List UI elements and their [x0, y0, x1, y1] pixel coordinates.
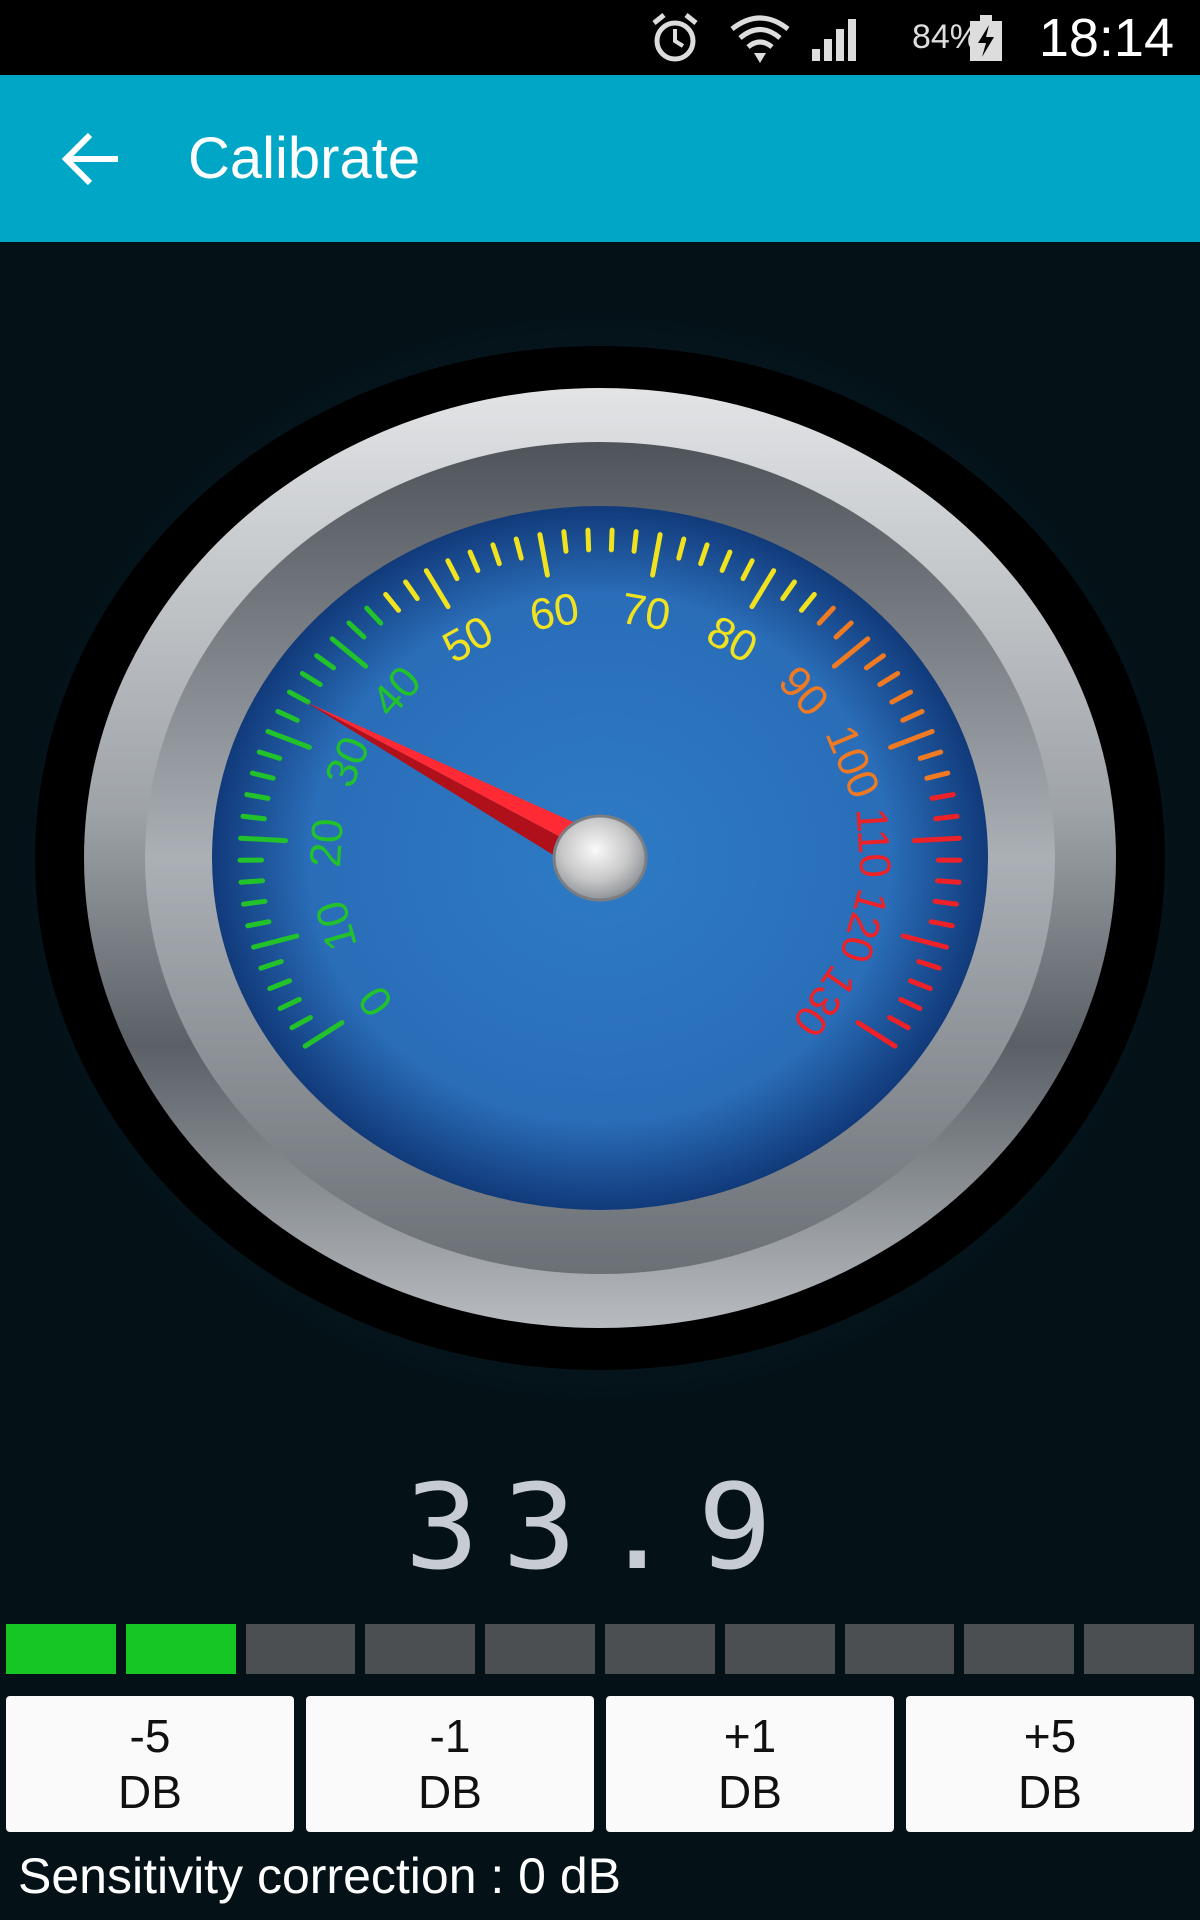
status-bar: 84% 18:14 — [0, 0, 1200, 75]
level-segment — [1084, 1624, 1194, 1674]
minus-5-db-button[interactable]: -5 DB — [6, 1696, 294, 1832]
button-value: -1 — [429, 1710, 471, 1762]
db-readout: 33.9 — [404, 1458, 796, 1596]
button-value: +1 — [723, 1710, 777, 1762]
level-segment — [844, 1624, 955, 1674]
tick-label: 70 — [617, 584, 673, 640]
sensitivity-correction-text: Sensitivity correction : 0 dB — [18, 1848, 622, 1904]
sound-level-gauge: 01020304050 60 70 8090100110120130 — [10, 298, 1190, 1418]
tick-label: 20 — [301, 817, 353, 869]
button-value: -5 — [129, 1710, 171, 1762]
major-tick — [238, 835, 289, 844]
tick-label: 60 — [526, 584, 582, 640]
back-button[interactable] — [56, 125, 128, 193]
tick-label: 110 — [847, 806, 900, 879]
minus-1-db-button[interactable]: -1 DB — [306, 1696, 594, 1832]
level-meter — [6, 1624, 1194, 1674]
calibration-buttons: -5 DB -1 DB +1 DB +5 DB — [6, 1696, 1194, 1832]
level-segment — [6, 1624, 116, 1674]
minor-tick — [238, 878, 266, 885]
button-unit: DB — [418, 1766, 482, 1818]
level-segment — [485, 1624, 595, 1674]
signal-icon — [808, 0, 868, 75]
button-unit: DB — [118, 1766, 182, 1818]
level-segment — [724, 1624, 835, 1674]
level-segment — [365, 1624, 476, 1674]
level-segment — [604, 1624, 715, 1674]
gauge-hub — [552, 814, 648, 902]
battery-charging-icon — [966, 0, 1006, 75]
arrow-left-icon — [61, 132, 118, 186]
minor-tick — [608, 527, 615, 553]
minor-tick — [932, 898, 959, 907]
minor-tick — [241, 898, 268, 907]
button-value: +5 — [1023, 1710, 1077, 1762]
button-unit: DB — [718, 1766, 782, 1818]
minor-tick — [585, 527, 592, 553]
minor-tick — [631, 529, 639, 554]
minor-tick — [561, 529, 569, 554]
plus-1-db-button[interactable]: +1 DB — [606, 1696, 894, 1832]
plus-5-db-button[interactable]: +5 DB — [906, 1696, 1194, 1832]
level-segment — [245, 1624, 356, 1674]
minor-tick — [240, 813, 267, 822]
app-bar: Calibrate — [0, 75, 1200, 242]
minor-tick — [934, 878, 962, 885]
page-title: Calibrate — [188, 126, 421, 191]
major-tick — [911, 835, 962, 844]
wifi-icon — [728, 0, 792, 75]
minor-tick — [933, 813, 960, 822]
level-segment — [125, 1624, 236, 1674]
alarm-icon — [648, 0, 702, 75]
level-segment — [964, 1624, 1075, 1674]
status-clock: 18:14 — [1038, 7, 1174, 68]
button-unit: DB — [1018, 1766, 1082, 1818]
